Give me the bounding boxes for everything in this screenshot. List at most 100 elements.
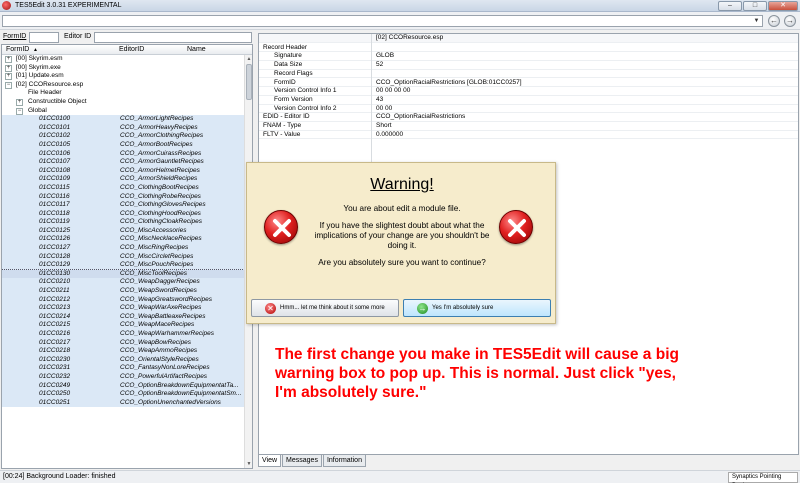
forward-button[interactable]: → bbox=[784, 15, 796, 27]
scroll-down-icon[interactable]: ▼ bbox=[245, 460, 252, 468]
record-formid: 01CC0108 bbox=[39, 166, 71, 174]
record-editorid: CCO_ClothingRobeRecipes bbox=[120, 192, 201, 200]
record-field-row[interactable]: FLTV - Value 0.000000 bbox=[259, 130, 798, 140]
tree-record-row[interactable]: 01CC0102 CCO_ArmorClothingRecipes bbox=[2, 132, 252, 141]
tree-record-row[interactable]: 01CC0231 CCO_FantasyNonLoreRecipes bbox=[2, 364, 252, 373]
record-field-name: FormID bbox=[274, 78, 296, 86]
tree-col-formid[interactable]: FormID bbox=[6, 46, 29, 53]
tree-record-row[interactable]: 01CC0218 CCO_WeapAmmoRecipes bbox=[2, 347, 252, 356]
tree-plugin-row[interactable]: + [00] Skyrim.exe bbox=[2, 64, 252, 73]
tree-record-row[interactable]: 01CC0126 CCO_MiscNecklaceRecipes bbox=[2, 235, 252, 245]
tree-record-row[interactable]: 01CC0105 CCO_ArmorBootRecipes bbox=[2, 140, 252, 150]
column-divider[interactable] bbox=[371, 34, 372, 164]
tab-messages[interactable]: Messages bbox=[282, 455, 322, 467]
warning-dialog: Warning! You are about edit a module fil… bbox=[246, 162, 556, 324]
tree-group-row[interactable]: File Header bbox=[2, 89, 252, 98]
record-field-row[interactable]: Version Control Info 1 00 00 00 00 bbox=[259, 87, 798, 96]
record-field-row[interactable]: Data Size 52 bbox=[259, 61, 798, 70]
tree-record-row[interactable]: 01CC0109 CCO_ArmorShieldRecipes bbox=[2, 175, 252, 184]
formid-search-input[interactable] bbox=[29, 32, 59, 43]
tree-plugin-row[interactable]: − [02] CCOResource.esp bbox=[2, 81, 252, 90]
tree-record-row[interactable]: 01CC0251 CCO_OptionUnenchantedVersions bbox=[2, 398, 252, 408]
tree-record-row[interactable]: 01CC0213 CCO_WeapWarAxeRecipes bbox=[2, 304, 252, 313]
tree-record-row[interactable]: 01CC0127 CCO_MiscRingRecipes bbox=[2, 244, 252, 253]
record-field-row[interactable]: FormID CCO_OptionRacialRestrictions [GLOB… bbox=[259, 78, 798, 88]
tree-expander-icon[interactable]: + bbox=[5, 64, 12, 72]
record-field-row[interactable]: Record Header bbox=[259, 44, 798, 53]
tree-col-name[interactable]: Name bbox=[187, 46, 206, 53]
tree-expander-icon[interactable]: − bbox=[5, 81, 12, 89]
tree-record-row[interactable]: 01CC0117 CCO_ClothingGlovesRecipes bbox=[2, 201, 252, 210]
tree-record-row[interactable]: 01CC0216 CCO_WeapWarhammerRecipes bbox=[2, 330, 252, 339]
record-field-value: 0.000000 bbox=[376, 130, 404, 138]
record-formid: 01CC0106 bbox=[39, 149, 71, 157]
scroll-thumb[interactable] bbox=[246, 64, 252, 100]
tree-expander-icon[interactable]: + bbox=[5, 73, 12, 81]
record-formid: 01CC0217 bbox=[39, 338, 71, 346]
tree-record-row[interactable]: 01CC0130 CCO_MiscToolRecipes bbox=[2, 268, 252, 280]
close-button[interactable]: ✕ bbox=[768, 1, 798, 11]
yes-sure-button[interactable]: → Yes I'm absolutely sure bbox=[403, 299, 551, 317]
record-tree[interactable]: FormID ▲ EditorID Name + [00] Skyrim.esm +… bbox=[1, 44, 253, 469]
record-formid: 01CC0214 bbox=[39, 312, 71, 320]
record-field-row[interactable]: FNAM - Type Short bbox=[259, 122, 798, 131]
tree-expander-icon[interactable]: + bbox=[16, 98, 23, 106]
tree-record-row[interactable]: 01CC0217 CCO_WeapBowRecipes bbox=[2, 338, 252, 348]
record-editorid: CCO_WeapWarhammerRecipes bbox=[120, 330, 215, 337]
tray-tooltip: Synaptics Pointing Device bbox=[728, 472, 798, 483]
tree-plugin-row[interactable]: + [00] Skyrim.esm bbox=[2, 55, 252, 64]
tree-record-row[interactable]: 01CC0215 CCO_WeapMaceRecipes bbox=[2, 321, 252, 330]
record-formid: 01CC0107 bbox=[39, 158, 71, 166]
tree-record-row[interactable]: 01CC0230 CCO_OrientalStyleRecipes bbox=[2, 355, 252, 365]
tree-record-row[interactable]: 01CC0116 CCO_ClothingRobeRecipes bbox=[2, 192, 252, 202]
record-field-row[interactable]: Version Control Info 2 00 00 bbox=[259, 105, 798, 114]
tree-record-row[interactable]: 01CC0211 CCO_WeapSwordRecipes bbox=[2, 287, 252, 296]
record-field-name: FLTV - Value bbox=[263, 130, 301, 138]
tab-view[interactable]: View bbox=[258, 455, 282, 467]
record-field-row[interactable]: Form Version 43 bbox=[259, 96, 798, 105]
tree-record-row[interactable]: 01CC0108 CCO_ArmorHelmetRecipes bbox=[2, 166, 252, 176]
tree-group-row[interactable]: + Constructible Object bbox=[2, 98, 252, 107]
tree-record-row[interactable]: 01CC0106 CCO_ArmorCuirassRecipes bbox=[2, 149, 252, 159]
tree-record-row[interactable]: 01CC0232 CCO_PowerfulArtifactRecipes bbox=[2, 372, 252, 382]
error-x-icon bbox=[499, 210, 533, 244]
tree-record-row[interactable]: 01CC0118 CCO_ClothingHoodRecipes bbox=[2, 209, 252, 219]
maximize-button[interactable]: □ bbox=[743, 1, 767, 11]
record-field-row[interactable]: Signature GLOB bbox=[259, 52, 798, 62]
tree-record-row[interactable]: 01CC0249 CCO_OptionBreakdownEquipmentatTa… bbox=[2, 381, 252, 391]
tree-record-row[interactable]: 01CC0210 CCO_WeapDaggerRecipes bbox=[2, 278, 252, 288]
record-editorid: CCO_ClothingGlovesRecipes bbox=[120, 201, 206, 209]
record-editorid: CCO_ArmorCuirassRecipes bbox=[120, 149, 202, 157]
tree-record-row[interactable]: 01CC0212 CCO_WeapGreatswordRecipes bbox=[2, 295, 252, 305]
tree-record-row[interactable]: 01CC0107 CCO_ArmorGauntletRecipes bbox=[2, 158, 252, 167]
tree-record-row[interactable]: 01CC0214 CCO_WeapBattleaxeRecipes bbox=[2, 312, 252, 322]
tree-expander-icon[interactable]: − bbox=[16, 107, 23, 115]
tree-group-row[interactable]: − Global bbox=[2, 107, 252, 116]
tree-record-row[interactable]: 01CC0119 CCO_ClothingCloakRecipes bbox=[2, 218, 252, 227]
tab-information[interactable]: Information bbox=[322, 455, 366, 467]
tree-record-row[interactable]: 01CC0128 CCO_MiscCircletRecipes bbox=[2, 252, 252, 262]
back-button[interactable]: ← bbox=[768, 15, 780, 27]
tree-col-editorid[interactable]: EditorID bbox=[119, 46, 144, 53]
tree-record-row[interactable]: 01CC0129 CCO_MiscPouchRecipes bbox=[2, 261, 252, 270]
record-editorid: CCO_WeapGreatswordRecipes bbox=[120, 295, 212, 303]
tree-record-row[interactable]: 01CC0115 CCO_ClothingBootRecipes bbox=[2, 183, 252, 193]
path-combobox[interactable]: ▼ bbox=[2, 15, 763, 27]
record-editorid: CCO_MiscToolRecipes bbox=[120, 269, 187, 277]
record-field-row[interactable]: Record Flags bbox=[259, 70, 798, 79]
tree-record-row[interactable]: 01CC0250 CCO_OptionBreakdownEquipmentatSm… bbox=[2, 390, 252, 399]
think-more-button[interactable]: ✕ Hmm... let me think about it some more bbox=[251, 299, 399, 317]
tree-record-row[interactable]: 01CC0101 CCO_ArmorHeavyRecipes bbox=[2, 123, 252, 133]
tree-record-row[interactable]: 01CC0125 CCO_MiscAccessories bbox=[2, 226, 252, 236]
editorid-search-input[interactable] bbox=[94, 32, 252, 43]
tree-expander-icon[interactable]: + bbox=[5, 56, 12, 63]
bottom-tabs: View Messages Information bbox=[258, 455, 367, 468]
scroll-up-icon[interactable]: ▲ bbox=[245, 55, 252, 63]
think-more-label: Hmm... let me think about it some more bbox=[280, 305, 385, 311]
chevron-down-icon[interactable]: ▼ bbox=[752, 17, 761, 25]
record-field-row[interactable]: EDID - Editor ID CCO_OptionRacialRestrict… bbox=[259, 113, 798, 122]
tree-plugin-row[interactable]: + [01] Update.esm bbox=[2, 72, 252, 81]
record-editorid: CCO_MiscNecklaceRecipes bbox=[120, 235, 202, 243]
minimize-button[interactable]: – bbox=[718, 1, 742, 11]
tree-record-row[interactable]: 01CC0100 CCO_ArmorLightRecipes bbox=[2, 115, 252, 124]
